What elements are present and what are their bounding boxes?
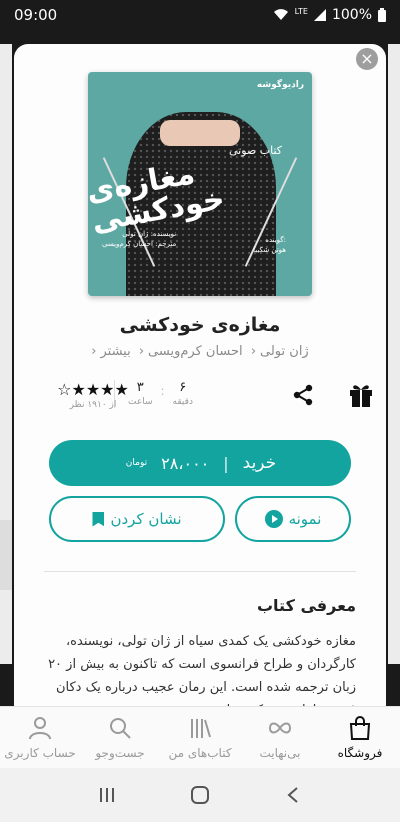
tab-search-label: جست‌وجو [95, 745, 145, 760]
status-time: 09:00 [14, 6, 58, 24]
chevron-icon: ‹ [250, 344, 257, 359]
duration-separator: : [160, 384, 165, 398]
cover-credit-translator: مترجم: احسان کرم‌ویسی [102, 240, 177, 249]
tab-store-label: فروشگاه [337, 745, 383, 760]
star-filled-icons: ★★★★ [71, 380, 129, 399]
more-link[interactable]: بیشتر [100, 344, 130, 359]
signal-icon [313, 9, 326, 21]
rating-count: از ۱۹۱۰ نظر [69, 400, 117, 410]
tab-infinity[interactable]: بی‌نهایت [240, 707, 320, 768]
buy-separator: | [223, 453, 229, 473]
sample-button[interactable]: نمونه [235, 496, 351, 542]
tab-my-books-label: کتاب‌های من [168, 745, 232, 760]
cover-publisher: رادیوگوشه [256, 80, 304, 90]
bookmark-label: نشان کردن [110, 510, 182, 528]
status-bar: 09:00 LTE 100% [0, 0, 400, 30]
home-button[interactable] [188, 783, 212, 807]
bottom-tab-bar: فروشگاه بی‌نهایت کتاب‌های من جست‌وجو حسا… [0, 706, 400, 768]
cover-narrator-label: گوینده: [265, 236, 286, 245]
share-icon[interactable] [292, 384, 314, 406]
close-button[interactable]: × [356, 48, 378, 70]
buy-button[interactable]: خرید | ۲۸،۰۰۰ تومان [49, 440, 351, 486]
books-icon [191, 718, 211, 738]
cover-credits: نویسنده: ژان تولی مترجم: احسان کرم‌ویسی [102, 230, 176, 250]
bookmark-button[interactable]: نشان کردن [49, 496, 225, 542]
tab-infinity-label: بی‌نهایت [259, 745, 301, 760]
cover-narrator: گوینده: هوتن شکیبا [253, 236, 286, 256]
play-icon [264, 510, 283, 528]
cover-narrator-name: هوتن شکیبا [253, 246, 286, 255]
system-nav-bar [0, 768, 400, 822]
infinity-icon [268, 722, 292, 733]
rating[interactable]: ☆★★★★ از ۱۹۱۰ نظر [48, 380, 138, 410]
duration-minutes-label: دقیقه [172, 397, 193, 407]
cover-hands [160, 120, 240, 146]
wifi-icon [273, 9, 288, 20]
search-icon [110, 717, 131, 739]
recents-button[interactable] [95, 783, 119, 807]
book-detail-sheet: × رادیوگوشه کتاب صوتی مغازه‌ی خودکشی نوی… [14, 44, 386, 744]
duration-minutes-value: ۶ [179, 380, 187, 395]
tab-search[interactable]: جست‌وجو [80, 707, 160, 768]
book-title: مغازه‌ی خودکشی [119, 314, 281, 336]
star-empty-icon: ☆ [57, 380, 72, 399]
battery-icon [378, 8, 386, 22]
background-page-shade [0, 520, 12, 590]
network-label: LTE [294, 6, 308, 16]
price-currency: تومان [125, 458, 148, 468]
bag-icon [349, 715, 371, 740]
book-cover: رادیوگوشه کتاب صوتی مغازه‌ی خودکشی نویسن… [88, 72, 312, 296]
book-credits: ژان تولی‹ احسان کرم‌ویسی‹ بیشتر‹ [14, 344, 386, 359]
tab-my-books[interactable]: کتاب‌های من [160, 707, 240, 768]
battery-label: 100% [331, 7, 372, 23]
duration-minutes: ۶ دقیقه [173, 380, 193, 407]
user-icon [29, 716, 51, 739]
back-icon [287, 787, 298, 803]
close-icon: × [360, 49, 374, 68]
section-divider [44, 571, 356, 572]
back-button[interactable] [281, 783, 305, 807]
author-link[interactable]: ژان تولی [260, 344, 309, 359]
book-stats: ۶ دقیقه : ۳ ساعت ☆★★★★ از ۱۹۱۰ نظر [14, 380, 386, 420]
gift-icon[interactable] [348, 382, 374, 408]
bookmark-icon [92, 511, 105, 527]
chevron-icon: ‹ [91, 344, 97, 359]
home-icon [190, 786, 209, 804]
intro-text: مغازه خودکشی یک کمدی سیاه از ژان تولی، ن… [48, 634, 356, 710]
price-value: ۲۸،۰۰۰ [161, 453, 210, 473]
sample-label: نمونه [288, 510, 322, 528]
recents-icon [99, 788, 114, 802]
tab-account[interactable]: حساب کاربری [0, 707, 80, 768]
status-right: LTE 100% [273, 7, 386, 23]
tab-account-label: حساب کاربری [4, 745, 76, 760]
intro-title: معرفی کتاب [256, 596, 356, 615]
translator-link[interactable]: احسان کرم‌ویسی [148, 344, 243, 359]
tab-store[interactable]: فروشگاه [320, 707, 400, 768]
cover-credit-author: نویسنده: ژان تولی [122, 230, 177, 239]
buy-label: خرید [242, 453, 277, 473]
chevron-icon: ‹ [138, 344, 145, 359]
rating-stars: ☆★★★★ [48, 380, 138, 399]
background-page-right [388, 44, 400, 664]
